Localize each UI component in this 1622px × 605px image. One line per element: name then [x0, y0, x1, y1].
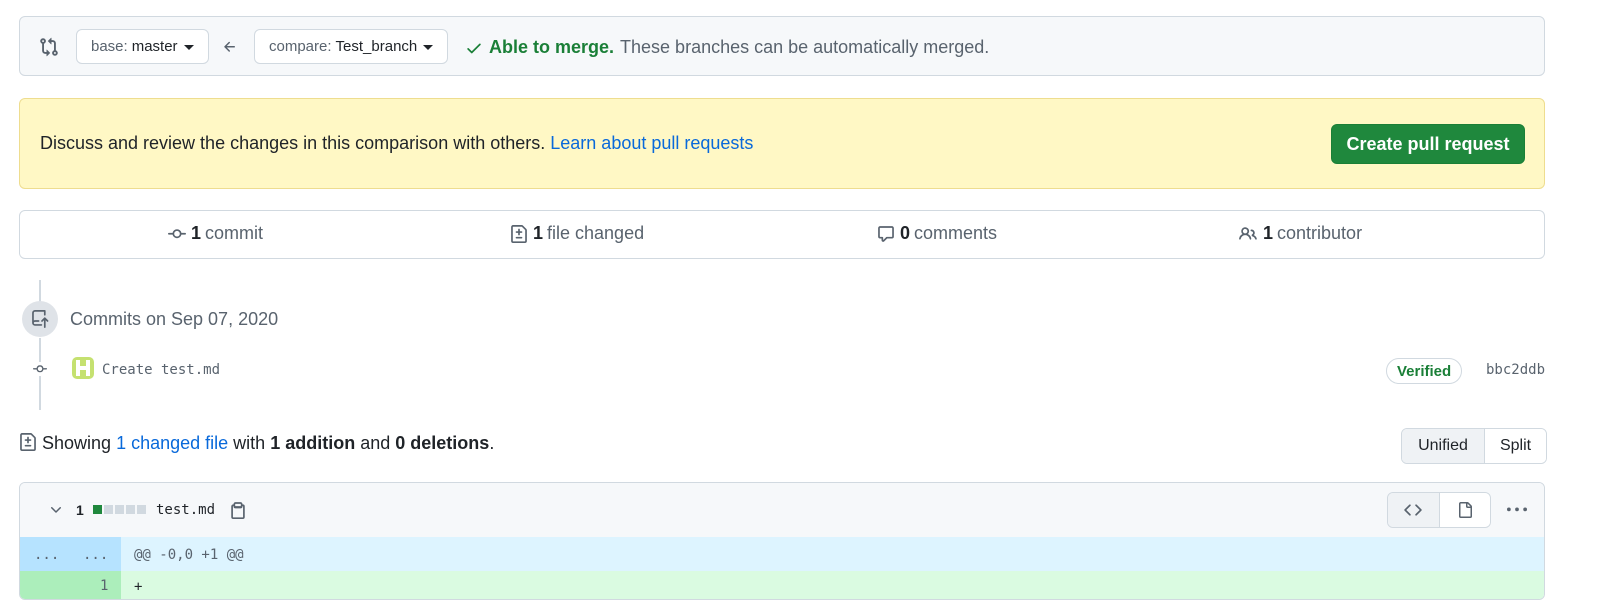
code-icon[interactable] [1388, 493, 1440, 527]
file-diff: 1 test.md ... ... @@ -0,0 +1 @@ 1 + [19, 482, 1545, 600]
deletions-count: 0 deletions [395, 433, 490, 453]
added-line-number: 1 [100, 578, 109, 594]
commits-tab[interactable]: 1 commit [168, 223, 263, 244]
diff-view-toggle: Unified Split [1401, 428, 1547, 464]
commits-label: commit [205, 223, 264, 243]
verified-badge[interactable]: Verified [1386, 358, 1463, 384]
file-name-link[interactable]: test.md [156, 502, 215, 518]
files-count: 1 [533, 223, 544, 243]
with-text: with [233, 433, 266, 453]
added-line-row: 1 + [20, 571, 1544, 599]
kebab-horizontal-icon[interactable] [1507, 500, 1527, 520]
banner-text: Discuss and review the changes in this c… [40, 133, 546, 153]
compare-branch-select[interactable]: compare: Test_branch [254, 29, 449, 64]
hunk-row: ... ... @@ -0,0 +1 @@ [20, 537, 1544, 571]
showing-text: Showing [42, 433, 112, 453]
git-compare-icon [39, 37, 59, 57]
compare-branch-name: Test_branch [335, 38, 418, 55]
changed-files-link[interactable]: 1 changed file [116, 433, 228, 454]
base-branch-name: master [131, 38, 178, 55]
base-branch-select[interactable]: base: master [76, 29, 209, 64]
hunk-expander[interactable]: ... ... [20, 537, 121, 571]
comments-tab[interactable]: 0 comments [877, 223, 997, 244]
commit-message-link[interactable]: Create test.md [102, 362, 220, 378]
compare-bar: base: master compare: Test_branch Able t… [19, 16, 1545, 76]
diffstat-neutral-block [115, 505, 124, 514]
base-prefix: base: [91, 38, 128, 55]
added-line-content: + [134, 579, 143, 595]
arrow-left-icon [222, 39, 238, 55]
chevron-down-icon[interactable] [48, 502, 64, 518]
split-view-button[interactable]: Split [1485, 429, 1546, 463]
git-commit-icon [168, 225, 186, 243]
file-diff-icon [510, 224, 528, 243]
comment-icon [877, 225, 895, 243]
contributors-tab[interactable]: 1 contributor [1238, 223, 1362, 244]
diffstat-bar [93, 505, 148, 514]
create-pull-request-button[interactable]: Create pull request [1331, 124, 1525, 164]
diffstat-neutral-block [137, 505, 146, 514]
learn-pull-requests-link[interactable]: Learn about pull requests [550, 133, 753, 153]
commits-count: 1 [191, 223, 202, 243]
unified-view-button[interactable]: Unified [1402, 429, 1485, 463]
compare-prefix: compare: [269, 38, 332, 55]
diffstat-added-block [93, 505, 102, 514]
contributors-label: contributor [1277, 223, 1363, 243]
comparison-summary: 1 commit 1 file changed 0 comments 1 con… [19, 210, 1545, 259]
file-view-toggle [1387, 492, 1491, 528]
files-label: file changed [547, 223, 645, 243]
caret-down-icon [423, 45, 434, 50]
file-icon[interactable] [1439, 493, 1490, 527]
period-text: . [489, 433, 495, 453]
hunk-left-marker: ... [34, 547, 60, 563]
merge-ok-text: Able to merge. [489, 37, 615, 57]
copy-icon[interactable] [229, 500, 247, 520]
commits-date-heading: Commits on Sep 07, 2020 [70, 309, 279, 329]
hunk-header: @@ -0,0 +1 @@ [134, 547, 244, 563]
merge-status: Able to merge. These branches can be aut… [465, 37, 989, 58]
pull-request-banner: Discuss and review the changes in this c… [19, 98, 1545, 189]
file-diff-icon [19, 432, 37, 451]
diffstat-neutral-block [126, 505, 135, 514]
caret-down-icon [183, 45, 194, 50]
banner-text-container: Discuss and review the changes in this c… [40, 133, 753, 154]
git-commit-icon [29, 362, 51, 376]
additions-count: 1 addition [270, 433, 356, 453]
files-changed-tab[interactable]: 1 file changed [510, 223, 644, 244]
repo-push-icon [22, 301, 58, 337]
comments-count: 0 [900, 223, 911, 243]
check-icon [465, 39, 483, 57]
comments-label: comments [914, 223, 998, 243]
avatar[interactable] [72, 357, 94, 379]
diff-summary: Showing 1 changed file with 1 addition a… [19, 432, 495, 454]
hunk-right-marker: ... [83, 547, 109, 563]
line-number-cell[interactable]: 1 [20, 571, 121, 599]
people-icon [1238, 225, 1258, 243]
file-change-count: 1 [76, 502, 84, 518]
file-header: 1 test.md [20, 483, 1544, 538]
commit-sha-link[interactable]: bbc2ddb [1486, 362, 1545, 378]
contributors-count: 1 [1263, 223, 1274, 243]
and-text: and [360, 433, 391, 453]
merge-message: These branches can be automatically merg… [620, 37, 990, 57]
diffstat-neutral-block [104, 505, 113, 514]
